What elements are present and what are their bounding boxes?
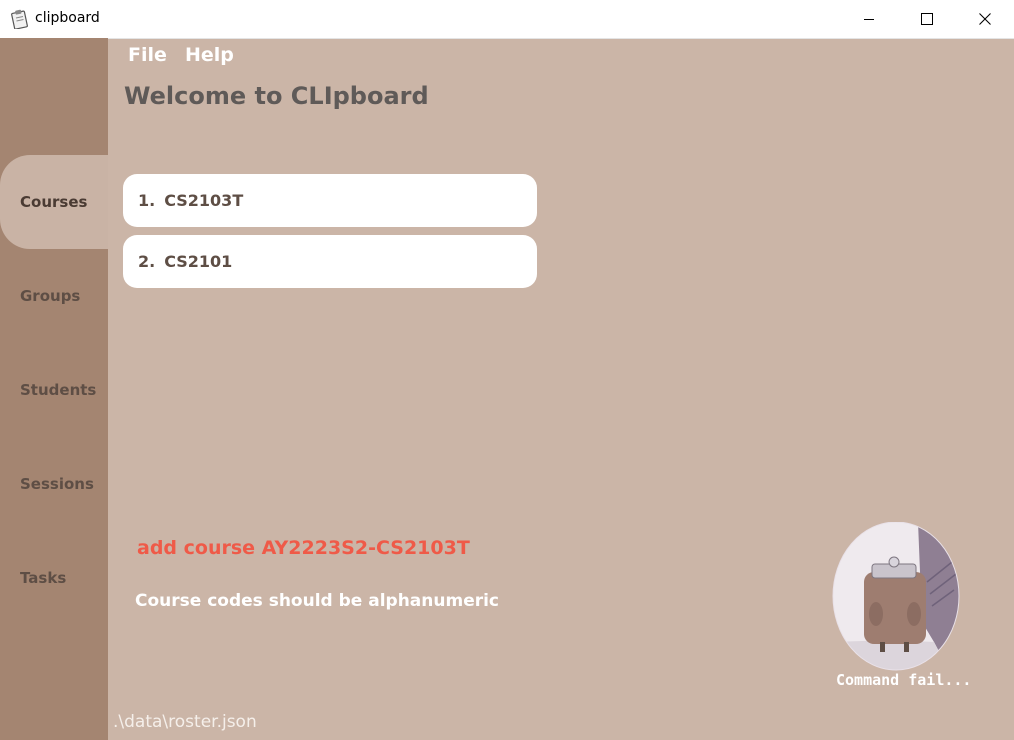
menu-help[interactable]: Help xyxy=(185,44,234,66)
status-file-path: .\data\roster.json xyxy=(113,712,257,732)
clipboard-mascot-icon xyxy=(832,522,960,671)
close-icon xyxy=(979,13,991,25)
sidebar-item-courses[interactable]: Courses xyxy=(0,155,108,249)
menu-file[interactable]: File xyxy=(128,44,167,66)
maximize-button[interactable] xyxy=(898,0,956,38)
sidebar-item-students[interactable]: Students xyxy=(0,343,108,437)
sidebar: Courses Groups Students Sessions Tasks xyxy=(0,38,108,740)
window-title: clipboard xyxy=(35,10,100,26)
list-item-index: 1. xyxy=(138,191,156,210)
list-item[interactable]: 1. CS2103T xyxy=(123,174,537,227)
course-code: CS2101 xyxy=(164,252,233,271)
command-input[interactable]: add course AY2223S2-CS2103T xyxy=(137,537,470,559)
sidebar-item-label: Students xyxy=(20,381,97,399)
minimize-button[interactable] xyxy=(840,0,898,38)
minimize-icon xyxy=(864,19,874,20)
list-item-index: 2. xyxy=(138,252,156,271)
sidebar-item-tasks[interactable]: Tasks xyxy=(0,531,108,625)
result-message: Course codes should be alphanumeric xyxy=(135,591,500,611)
maximize-icon xyxy=(921,13,933,25)
sidebar-item-sessions[interactable]: Sessions xyxy=(0,437,108,531)
app-window: clipboard Courses Groups Students Sessio… xyxy=(0,0,1014,740)
page-title: Welcome to CLIpboard xyxy=(124,82,429,110)
sidebar-item-label: Groups xyxy=(20,287,81,305)
clipboard-app-icon xyxy=(11,9,28,29)
title-bar: clipboard xyxy=(0,0,1014,39)
sidebar-item-label: Courses xyxy=(20,193,88,211)
course-code: CS2103T xyxy=(164,191,244,210)
close-button[interactable] xyxy=(956,0,1014,38)
list-item[interactable]: 2. CS2101 xyxy=(123,235,537,288)
sidebar-item-label: Sessions xyxy=(20,475,94,493)
sidebar-item-groups[interactable]: Groups xyxy=(0,249,108,343)
menu-bar: File Help xyxy=(108,38,1014,76)
sidebar-item-label: Tasks xyxy=(20,569,67,587)
mascot-caption: Command fail... xyxy=(836,671,972,689)
